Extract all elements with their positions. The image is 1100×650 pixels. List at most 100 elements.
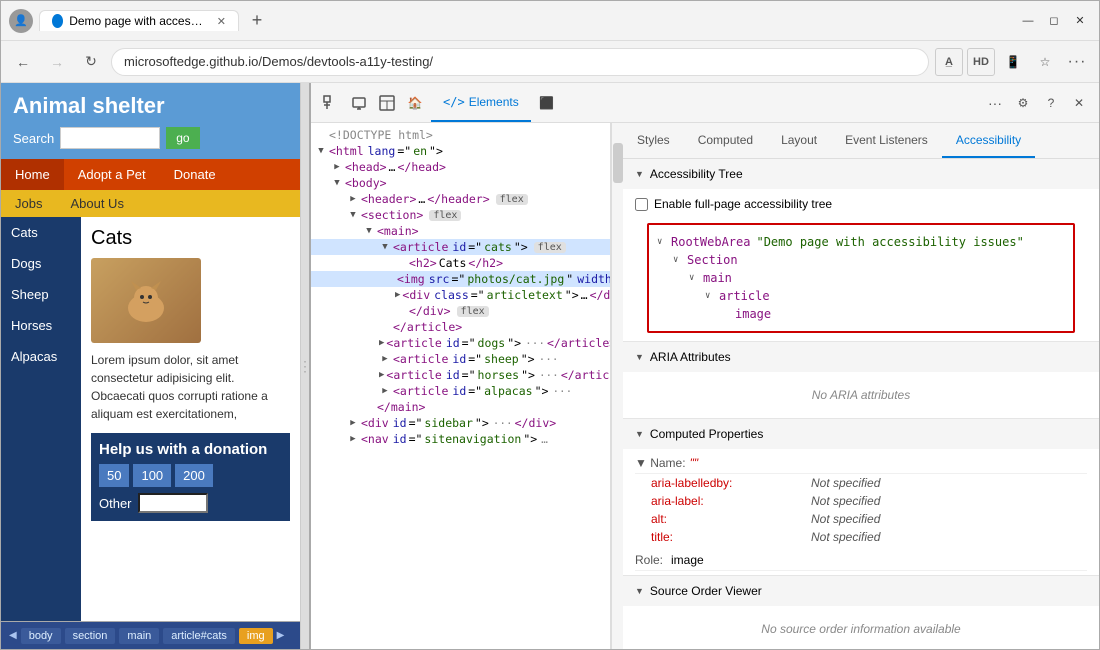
nav-home[interactable]: Home bbox=[1, 159, 64, 190]
img-cat-tag[interactable]: <img src="photos/cat.jpg" width="841" he… bbox=[311, 271, 610, 287]
url-bar[interactable]: microsoftedge.github.io/Demos/devtools-a… bbox=[111, 48, 929, 76]
elements-scrollbar[interactable] bbox=[611, 123, 623, 649]
div-articletext-tag[interactable]: <div class="articletext"> … </div> ··· bbox=[311, 287, 610, 303]
breadcrumb-section[interactable]: section bbox=[65, 628, 116, 644]
url-text: microsoftedge.github.io/Demos/devtools-a… bbox=[124, 54, 433, 69]
html-tag[interactable]: <html lang="en"> bbox=[311, 143, 610, 159]
immersive-reader-icon[interactable]: HD bbox=[967, 48, 995, 76]
search-go-button[interactable]: go bbox=[166, 127, 199, 149]
favorites-icon[interactable]: ☆ bbox=[1031, 48, 1059, 76]
accessibility-tree: ∨ RootWebArea "Demo page with accessibil… bbox=[647, 223, 1075, 333]
cat-image bbox=[91, 258, 201, 343]
tab-accessibility[interactable]: Accessibility bbox=[942, 123, 1035, 158]
tree-section[interactable]: ∨ Section bbox=[657, 251, 1065, 269]
div-flex-tag[interactable]: </div> flex bbox=[311, 303, 610, 319]
main-tag[interactable]: <main> bbox=[311, 223, 610, 239]
inspect-element-icon[interactable] bbox=[319, 91, 343, 115]
breadcrumb-main[interactable]: main bbox=[119, 628, 159, 644]
nav-jobs[interactable]: Jobs bbox=[1, 190, 56, 217]
breadcrumb-article-cats[interactable]: article#cats bbox=[163, 628, 235, 644]
donate-50-button[interactable]: 50 bbox=[99, 464, 129, 487]
section-tag[interactable]: <section> flex bbox=[311, 207, 610, 223]
elements-content[interactable]: <!DOCTYPE html> <html lang="en"> <head> … bbox=[311, 123, 610, 649]
layout-icon[interactable] bbox=[375, 91, 399, 115]
close-button[interactable]: ✕ bbox=[1069, 10, 1091, 32]
breadcrumb-scroll-left[interactable]: ◀ bbox=[9, 630, 17, 641]
header-tag[interactable]: <header> … </header> flex bbox=[311, 191, 610, 207]
tab-event-listeners[interactable]: Event Listeners bbox=[831, 123, 942, 158]
article-cats-tag[interactable]: <article id="cats"> flex bbox=[311, 239, 610, 255]
body-tag[interactable]: <body> bbox=[311, 175, 610, 191]
h2-cats-tag[interactable]: <h2>Cats</h2> bbox=[311, 255, 610, 271]
tree-image[interactable]: image bbox=[657, 305, 1065, 323]
donate-200-button[interactable]: 200 bbox=[175, 464, 213, 487]
article-horses-tag[interactable]: <article id="horses"> ··· </article> fle… bbox=[311, 367, 610, 383]
tree-article[interactable]: ∨ article bbox=[657, 287, 1065, 305]
maximize-button[interactable]: ◻ bbox=[1043, 10, 1065, 32]
article-dogs-tag[interactable]: <article id="dogs"> ··· </article> flex bbox=[311, 335, 610, 351]
article-alpacas-tag[interactable]: <article id="alpacas"> ··· bbox=[311, 383, 610, 399]
active-tab[interactable]: Demo page with accessibility iss ✕ bbox=[39, 10, 239, 31]
tab-styles[interactable]: Styles bbox=[623, 123, 684, 158]
div-sidebar-tag[interactable]: <div id="sidebar"> ··· </div> bbox=[311, 415, 610, 431]
nav-about[interactable]: About Us bbox=[56, 190, 137, 217]
sidebar-sheep[interactable]: Sheep bbox=[1, 279, 81, 310]
donate-100-button[interactable]: 100 bbox=[133, 464, 171, 487]
sidebar-cats[interactable]: Cats bbox=[1, 217, 81, 248]
donation-title: Help us with a donation bbox=[99, 441, 282, 458]
head-tag[interactable]: <head> … </head> bbox=[311, 159, 610, 175]
device-toolbar-icon[interactable] bbox=[347, 91, 371, 115]
html-doctype[interactable]: <!DOCTYPE html> bbox=[311, 127, 610, 143]
article-sheep-tag[interactable]: <article id="sheep"> ··· bbox=[311, 351, 610, 367]
tree-root[interactable]: ∨ RootWebArea "Demo page with accessibil… bbox=[657, 233, 1065, 251]
enable-tree-checkbox[interactable] bbox=[635, 198, 648, 211]
computed-content: ▼ Name: "" aria-labelledby: Not specifie… bbox=[623, 449, 1099, 575]
console-icon[interactable]: ⬛ bbox=[535, 91, 559, 115]
breadcrumb-scroll-right[interactable]: ▶ bbox=[277, 630, 285, 641]
panel-resizer[interactable] bbox=[301, 83, 309, 649]
nav-donate[interactable]: Donate bbox=[160, 159, 230, 190]
tab-close-icon[interactable]: ✕ bbox=[217, 15, 226, 28]
home-icon[interactable]: 🏠 bbox=[403, 91, 427, 115]
window-controls: — ◻ ✕ bbox=[1017, 10, 1091, 32]
more-button[interactable]: ··· bbox=[1063, 48, 1091, 76]
search-bar: Search go bbox=[13, 127, 288, 149]
breadcrumb-body[interactable]: body bbox=[21, 628, 61, 644]
devtools-panel: 🏠 </> Elements ⬛ ··· ⚙ ? ✕ bbox=[309, 83, 1099, 649]
elements-tab-icon[interactable]: </> Elements bbox=[431, 83, 531, 122]
forward-button[interactable]: → bbox=[43, 48, 71, 76]
prop-title: title: Not specified bbox=[635, 528, 1087, 546]
source-order-label: Source Order Viewer bbox=[650, 584, 762, 598]
main-end-tag[interactable]: </main> bbox=[311, 399, 610, 415]
aria-header[interactable]: ▼ ARIA Attributes bbox=[623, 342, 1099, 372]
site-title: Animal shelter bbox=[13, 93, 288, 119]
accessibility-tree-header[interactable]: ▼ Accessibility Tree bbox=[623, 159, 1099, 189]
sidebar-dogs[interactable]: Dogs bbox=[1, 248, 81, 279]
more-tools-icon[interactable]: ··· bbox=[983, 91, 1007, 115]
computed-header[interactable]: ▼ Computed Properties bbox=[623, 419, 1099, 449]
sidebar-horses[interactable]: Horses bbox=[1, 310, 81, 341]
donate-other-input[interactable] bbox=[138, 493, 208, 513]
read-aloud-icon[interactable]: A̲ bbox=[935, 48, 963, 76]
settings-icon[interactable]: ⚙ bbox=[1011, 91, 1035, 115]
search-input[interactable] bbox=[60, 127, 160, 149]
sidebar-alpacas[interactable]: Alpacas bbox=[1, 341, 81, 372]
source-order-header[interactable]: ▼ Source Order Viewer bbox=[623, 576, 1099, 606]
profile-avatar[interactable]: 👤 bbox=[9, 9, 33, 33]
help-icon[interactable]: ? bbox=[1039, 91, 1063, 115]
close-devtools-icon[interactable]: ✕ bbox=[1067, 91, 1091, 115]
breadcrumb-img[interactable]: img bbox=[239, 628, 273, 644]
tab-favicon bbox=[52, 14, 63, 28]
new-tab-button[interactable]: + bbox=[243, 10, 271, 31]
nav-adopt[interactable]: Adopt a Pet bbox=[64, 159, 160, 190]
tree-main[interactable]: ∨ main bbox=[657, 269, 1065, 287]
article-end-tag[interactable]: </article> bbox=[311, 319, 610, 335]
refresh-button[interactable]: ↻ bbox=[77, 48, 105, 76]
tab-computed[interactable]: Computed bbox=[684, 123, 767, 158]
browser-sync-icon[interactable]: 📱 bbox=[999, 48, 1027, 76]
back-button[interactable]: ← bbox=[9, 48, 37, 76]
minimize-button[interactable]: — bbox=[1017, 10, 1039, 32]
main-expand: ∨ bbox=[689, 273, 701, 283]
tab-layout[interactable]: Layout bbox=[767, 123, 831, 158]
nav-sitenavigation-tag[interactable]: <nav id="sitenavigation"> … bbox=[311, 431, 610, 447]
